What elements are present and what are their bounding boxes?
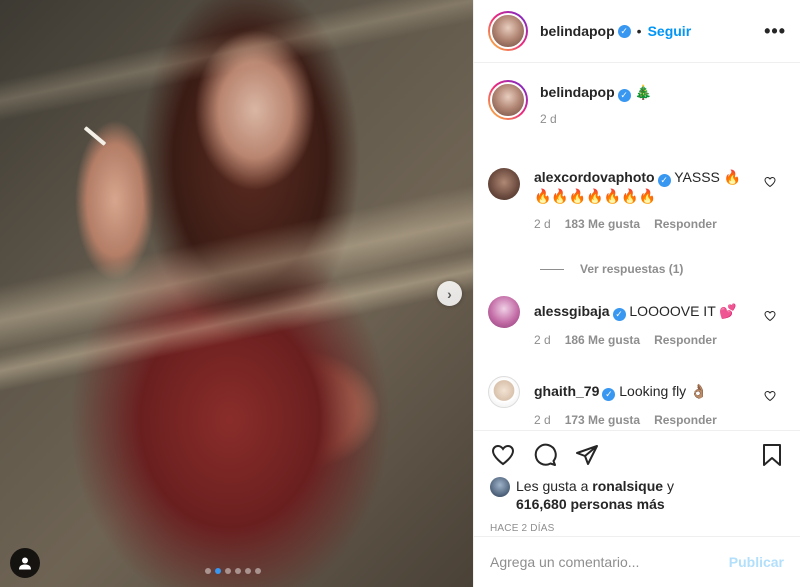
carousel-dot [205,568,211,574]
heart-icon[interactable] [764,310,776,322]
verified-badge-icon: ✓ [617,24,631,38]
tagged-users-button[interactable] [10,548,40,578]
carousel-dot [245,568,251,574]
share-send-icon[interactable] [574,443,600,467]
verified-badge-icon: ✓ [657,174,671,187]
author-username[interactable]: belindapop [540,23,615,39]
comment-likes[interactable]: 183 Me gusta [565,217,640,231]
user-icon [19,557,31,570]
light-sheen [0,0,473,128]
caption-text: 🎄 [634,84,652,100]
likes-prefix: Les gusta a [516,478,589,494]
chevron-right-icon: › [447,285,452,302]
likes-summary[interactable]: Les gusta a ronalsique y 616,680 persona… [490,477,784,513]
carousel-indicator [205,568,261,574]
comment-bubble-icon[interactable] [532,443,558,467]
reply-button[interactable]: Responder [654,217,717,231]
comment-likes[interactable]: 186 Me gusta [565,333,640,347]
caption-avatar[interactable] [488,80,528,120]
verified-badge-icon: ✓ [602,388,616,401]
heart-icon[interactable] [764,390,776,402]
commenter-avatar[interactable] [488,296,520,328]
comment-item: alexcordovaphoto ✓ YASSS 🔥 🔥🔥🔥🔥🔥🔥🔥 2 d 18… [488,168,786,248]
commenter-avatar[interactable] [488,168,520,200]
comment-text: YASSS 🔥 [674,169,742,185]
post-sidebar: belindapop ✓ • Seguir ••• belindapop ✓ 🎄 … [473,0,800,587]
publish-button[interactable]: Publicar [729,554,784,570]
more-options-icon[interactable]: ••• [764,21,786,42]
comment-username[interactable]: alexcordovaphoto [534,169,655,185]
caption-username[interactable]: belindapop [540,84,615,100]
carousel-dot [255,568,261,574]
carousel-dot [235,568,241,574]
likes-suffix: y [666,478,674,494]
post-actions: Les gusta a ronalsique y 616,680 persona… [474,430,800,534]
comment-username[interactable]: alessgibaja [534,303,610,319]
author-avatar[interactable] [488,11,528,51]
comments-list[interactable]: belindapop ✓ 🎄 2 d alexcordovaphoto ✓ YASS… [474,64,800,430]
verified-badge-icon: ✓ [617,89,631,102]
liker-avatar[interactable] [490,477,510,497]
bookmark-icon[interactable] [760,442,784,468]
comment-time[interactable]: 2 d [534,217,551,231]
add-comment-bar: Publicar [474,536,800,587]
comment-username[interactable]: ghaith_79 [534,383,599,399]
comment-item: alessgibaja ✓ LOOOOVE IT 💕 2 d 186 Me gus… [488,296,786,356]
comment-item: ghaith_79 ✓ Looking fly 👌🏽 2 d 173 Me gus… [488,376,786,430]
liker-username[interactable]: ronalsique [592,478,663,494]
next-image-button[interactable]: › [437,281,462,306]
follow-button[interactable]: Seguir [648,23,692,39]
comment-likes[interactable]: 173 Me gusta [565,413,640,427]
likes-count[interactable]: 616,680 personas más [516,496,665,512]
comment-time[interactable]: 2 d [534,413,551,427]
like-heart-icon[interactable] [490,443,516,467]
view-replies-button[interactable]: Ver respuestas (1) [540,262,786,276]
comment-time[interactable]: 2 d [534,333,551,347]
post-header: belindapop ✓ • Seguir ••• [474,0,800,63]
comment-text: Looking fly 👌🏽 [619,383,708,399]
caption-time[interactable]: 2 d [540,112,557,126]
heart-icon[interactable] [764,176,776,188]
caption: belindapop ✓ 🎄 2 d [488,80,786,150]
reply-button[interactable]: Responder [654,333,717,347]
post-image[interactable]: › [0,0,473,587]
reply-button[interactable]: Responder [654,413,717,427]
comment-text-line2: 🔥🔥🔥🔥🔥🔥🔥 [534,188,657,204]
cigarette [83,126,107,146]
verified-badge-icon: ✓ [612,308,626,321]
carousel-dot [225,568,231,574]
comment-text: LOOOOVE IT 💕 [629,303,737,319]
comment-input[interactable] [490,554,729,570]
commenter-avatar[interactable] [488,376,520,408]
post-timestamp[interactable]: HACE 2 DÍAS [490,523,784,534]
carousel-dot-active [215,568,221,574]
separator: • [636,23,642,39]
